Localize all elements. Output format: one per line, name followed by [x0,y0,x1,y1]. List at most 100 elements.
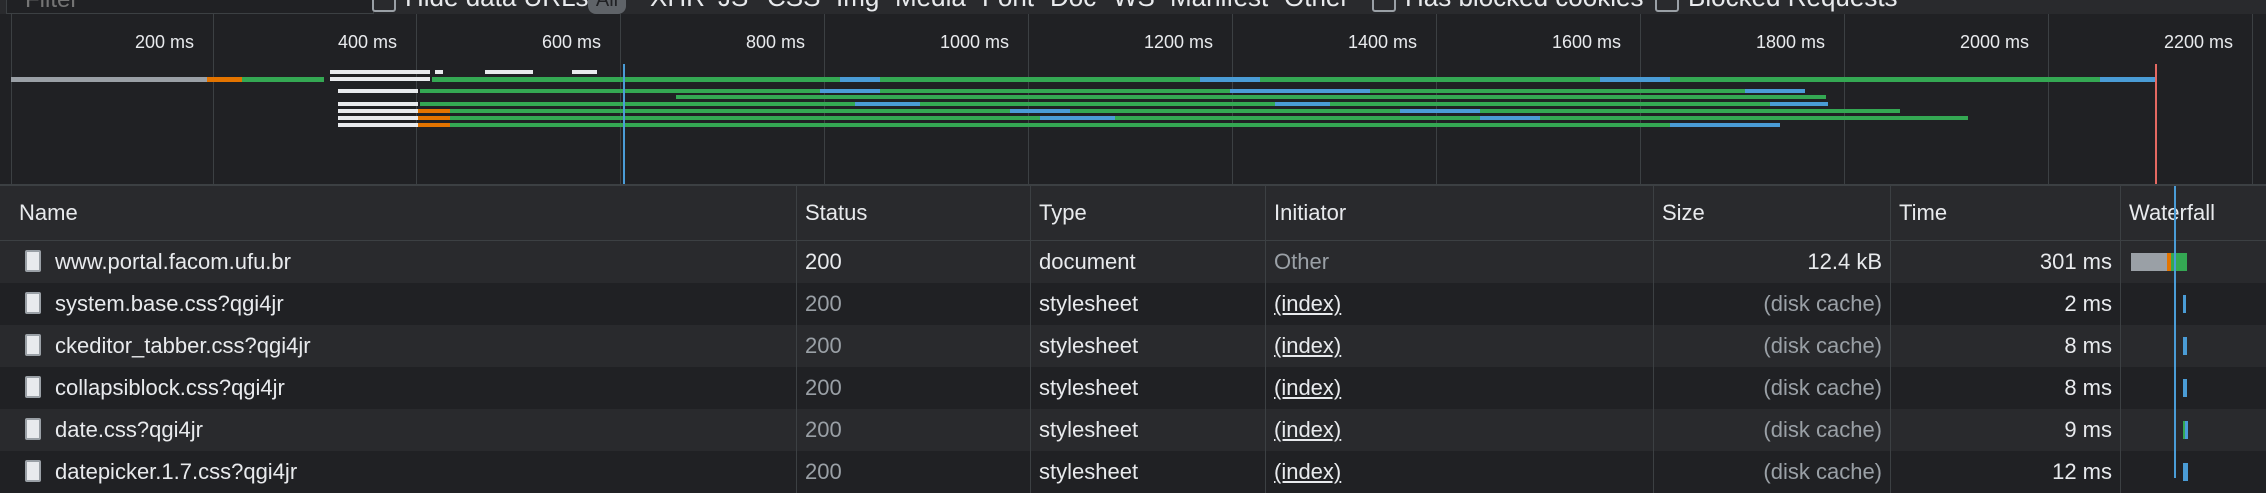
request-type: stylesheet [1031,451,1266,493]
column-header-type[interactable]: Type [1031,186,1266,240]
document-icon [25,460,41,483]
request-time: 8 ms [1891,367,2121,409]
column-header-time[interactable]: Time [1891,186,2121,240]
domcontentloaded-marker [623,64,625,184]
type-filter-js[interactable]: JS [718,0,748,13]
overview-bar [420,89,1805,93]
request-type: stylesheet [1031,409,1266,451]
overview-bar [1770,102,1828,106]
request-initiator-link[interactable]: (index) [1266,451,1654,493]
overview-gridline [1232,14,1233,184]
overview-bar [1600,77,1670,82]
request-size: (disk cache) [1654,409,1891,451]
type-filter-other[interactable]: Other [1284,0,1349,13]
request-type: stylesheet [1031,283,1266,325]
table-row[interactable]: ckeditor_tabber.css?qgi4jr 200 styleshee… [0,325,2266,367]
overview-bar [435,70,443,74]
tick-label: 1400 ms [1348,32,1418,52]
request-time: 2 ms [1891,283,2121,325]
hide-data-urls-checkbox[interactable] [372,0,396,12]
request-status: 200 [797,241,1031,283]
request-size: (disk cache) [1654,451,1891,493]
has-blocked-cookies-checkbox[interactable] [1372,0,1396,12]
blocked-requests-checkbox[interactable] [1655,0,1679,12]
request-type: stylesheet [1031,325,1266,367]
table-row[interactable]: datepicker.1.7.css?qgi4jr 200 stylesheet… [0,451,2266,493]
waterfall-bar-download [2183,295,2186,313]
overview-bar [338,116,418,120]
tick-label: 400 ms [338,32,398,52]
overview-bar [330,77,430,81]
type-filter-media[interactable]: Media [895,0,966,13]
request-initiator: Other [1266,241,1654,283]
all-filter-button[interactable]: All [588,0,626,14]
request-time: 12 ms [1891,451,2121,493]
column-header-initiator[interactable]: Initiator [1266,186,1654,240]
column-header-status[interactable]: Status [797,186,1031,240]
type-filter-doc[interactable]: Doc [1050,0,1096,13]
waterfall-bar-queue [2131,253,2167,271]
network-overview[interactable]: 200 ms 400 ms 600 ms 800 ms 1000 ms 1200… [0,14,2266,186]
request-name: www.portal.facom.ufu.br [55,249,291,274]
waterfall-domcontentloaded-marker [2174,186,2176,478]
overview-bar [1400,109,1480,113]
overview-bar [1745,89,1805,93]
overview-bar [432,77,2152,82]
request-time: 301 ms [1891,241,2121,283]
blocked-requests-label: Blocked Requests [1688,0,1898,13]
type-filter-xhr[interactable]: XHR [650,0,705,13]
hide-data-urls-label: Hide data URLs [405,0,589,13]
request-status: 200 [797,367,1031,409]
table-row[interactable]: www.portal.facom.ufu.br 200 document Oth… [0,241,2266,283]
column-header-waterfall[interactable]: Waterfall [2121,186,2266,240]
request-time: 8 ms [1891,325,2121,367]
overview-bar [1670,123,1780,127]
requests-table: Name Status Type Initiator Size Time Wat… [0,186,2266,493]
overview-bar [1275,102,1330,106]
request-initiator-link[interactable]: (index) [1266,367,1654,409]
overview-gridline [1640,14,1641,184]
request-initiator-link[interactable]: (index) [1266,325,1654,367]
request-initiator-link[interactable]: (index) [1266,409,1654,451]
overview-bar [242,77,324,82]
type-filter-ws[interactable]: WS [1113,0,1155,13]
overview-bar [1230,89,1370,93]
tick-label: 600 ms [542,32,602,52]
load-event-marker [2155,64,2157,184]
table-row[interactable]: date.css?qgi4jr 200 stylesheet (index) (… [0,409,2266,451]
filter-input[interactable] [6,0,374,14]
request-size: (disk cache) [1654,283,1891,325]
table-row[interactable]: system.base.css?qgi4jr 200 stylesheet (i… [0,283,2266,325]
waterfall-cell [2121,283,2266,325]
overview-gridline [1028,14,1029,184]
tick-label: 1000 ms [940,32,1010,52]
overview-bar [1200,77,1260,82]
type-filter-font[interactable]: Font [982,0,1034,13]
waterfall-bar-download [2183,379,2187,397]
column-header-size[interactable]: Size [1654,186,1891,240]
overview-bar [1040,116,1115,120]
type-filter-manifest[interactable]: Manifest [1170,0,1268,13]
tick-label: 1200 ms [1144,32,1214,52]
waterfall-bar-download [2185,421,2188,439]
request-initiator-link[interactable]: (index) [1266,283,1654,325]
tick-label: 1600 ms [1552,32,1622,52]
overview-bar [207,77,242,82]
tick-label: 2000 ms [1960,32,2030,52]
type-filter-img[interactable]: Img [836,0,879,13]
overview-bar [450,116,1968,120]
column-header-name[interactable]: Name [11,186,797,240]
overview-bar [676,95,1826,99]
overview-bar [330,70,430,74]
table-row[interactable]: collapsiblock.css?qgi4jr 200 stylesheet … [0,367,2266,409]
request-type: stylesheet [1031,367,1266,409]
request-time: 9 ms [1891,409,2121,451]
overview-bar [450,109,1900,113]
overview-bar [820,89,880,93]
type-filter-css[interactable]: CSS [767,0,820,13]
request-name: date.css?qgi4jr [55,417,203,442]
overview-bar [338,89,418,93]
overview-bar [1480,116,1540,120]
tick-label: 200 ms [135,32,195,52]
overview-gridline [824,14,825,184]
